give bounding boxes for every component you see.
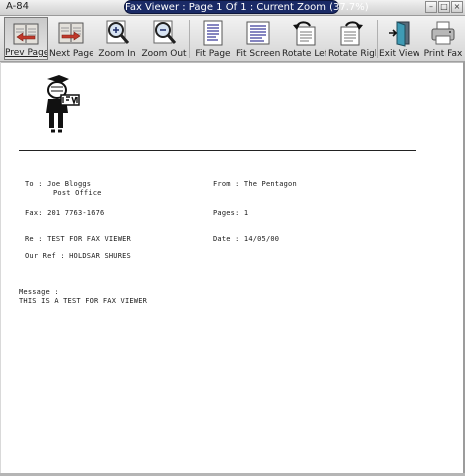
print-fax-button[interactable]: Print Fax xyxy=(421,17,465,60)
title-bar[interactable]: A-84 Fax Viewer : Page 1 Of 1 : Current … xyxy=(0,0,465,16)
fit-page-label: Fit Page xyxy=(195,49,231,59)
fax-viewer-window: A-84 Fax Viewer : Page 1 Of 1 : Current … xyxy=(0,0,465,476)
maximize-button[interactable]: □ xyxy=(438,1,450,13)
window-controls: – □ × xyxy=(425,1,463,13)
zoom-out-button[interactable]: Zoom Out xyxy=(141,17,187,60)
exit-viewer-label: Exit Viewer xyxy=(379,49,419,59)
fax-number: Fax: 201 7763-1676 xyxy=(25,209,105,217)
rotate-right-icon xyxy=(340,21,363,46)
title-bar-app-label: A-84 xyxy=(6,1,29,12)
toolbar-separator xyxy=(377,20,378,58)
rotate-left-icon xyxy=(293,21,316,46)
title-pill: Fax Viewer : Page 1 Of 1 : Current Zoom … xyxy=(124,0,369,14)
zoom-in-button[interactable]: Zoom In xyxy=(95,17,139,60)
print-icon xyxy=(431,21,455,45)
fax-logo xyxy=(46,75,80,133)
exit-viewer-button[interactable]: Exit Viewer xyxy=(379,17,419,60)
zoom-in-label: Zoom In xyxy=(98,49,136,59)
toolbar: Prev Page Next Page Zoom In Zoom Out Fit… xyxy=(0,16,465,62)
print-fax-label: Print Fax xyxy=(423,49,463,59)
fit-screen-label: Fit Screen xyxy=(236,49,280,59)
fit-screen-icon xyxy=(246,21,270,45)
next-page-button[interactable]: Next Page xyxy=(49,17,93,60)
fax-our-ref: Our Ref : HOLDSAR SHURES xyxy=(25,252,131,260)
minimize-button[interactable]: – xyxy=(425,1,437,13)
zoom-out-icon xyxy=(153,20,177,44)
next-page-icon xyxy=(58,22,84,44)
fax-document[interactable]: To : Joe Bloggs Post Office From : The P… xyxy=(1,62,463,474)
fax-to: To : Joe Bloggs xyxy=(25,180,92,188)
fax-to-organization: Post Office xyxy=(53,189,102,197)
fit-screen-button[interactable]: Fit Screen xyxy=(236,17,280,60)
fit-page-button[interactable]: Fit Page xyxy=(191,17,235,60)
header-rule xyxy=(19,150,416,151)
fax-message-label: Message : xyxy=(19,288,59,296)
zoom-out-label: Zoom Out xyxy=(141,49,187,59)
exit-viewer-icon xyxy=(389,21,410,47)
fax-message-body: THIS IS A TEST FOR FAX VIEWER xyxy=(19,297,148,305)
fax-from: From : The Pentagon xyxy=(213,180,297,188)
zoom-in-icon xyxy=(106,20,130,44)
prev-page-button[interactable]: Prev Page xyxy=(4,17,48,60)
window-title: Fax Viewer : Page 1 Of 1 : Current Zoom … xyxy=(125,2,369,13)
rotate-left-label: Rotate Left xyxy=(282,49,326,59)
fax-re: Re : TEST FOR FAX VIEWER xyxy=(25,235,131,243)
prev-page-icon xyxy=(13,23,39,45)
close-button[interactable]: × xyxy=(451,1,463,13)
rotate-left-button[interactable]: Rotate Left xyxy=(282,17,326,60)
fax-pages: Pages: 1 xyxy=(213,209,249,217)
fax-date: Date : 14/05/00 xyxy=(213,235,280,243)
next-page-label: Next Page xyxy=(49,49,93,59)
prev-page-label: Prev Page xyxy=(5,48,47,58)
rotate-right-label: Rotate Right xyxy=(328,49,376,59)
toolbar-separator xyxy=(189,20,190,58)
fit-page-icon xyxy=(203,20,223,46)
rotate-right-button[interactable]: Rotate Right xyxy=(328,17,376,60)
